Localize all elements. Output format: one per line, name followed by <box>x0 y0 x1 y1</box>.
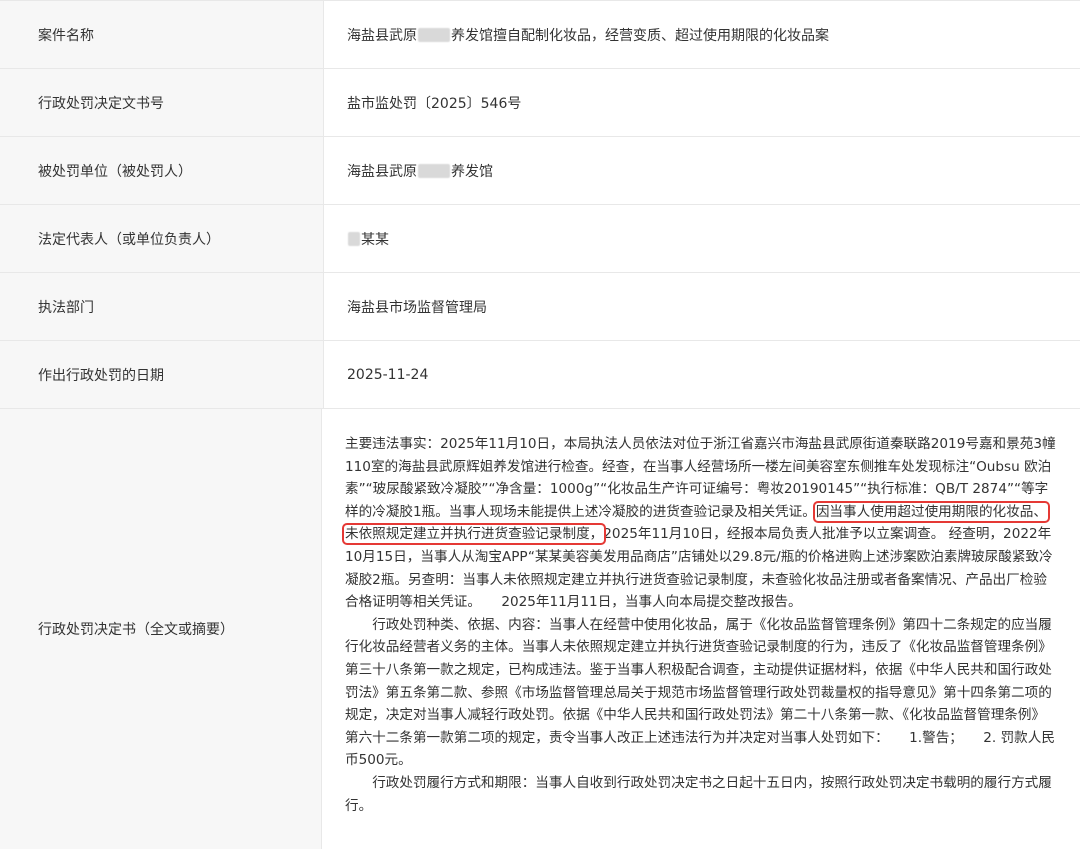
document-number-label: 行政处罚决定文书号 <box>0 69 324 136</box>
redaction-mask <box>348 231 360 246</box>
document-number-value: 盐市监处罚〔2025〕546号 <box>347 95 522 112</box>
decision-text-label: 行政处罚决定书（全文或摘要） <box>0 409 322 849</box>
row-penalty-date: 作出行政处罚的日期 2025-11-24 <box>0 341 1080 409</box>
case-name-label: 案件名称 <box>0 1 324 68</box>
enforcement-department-value: 海盐县市场监督管理局 <box>347 299 487 316</box>
penalized-party-label: 被处罚单位（被处罚人） <box>0 137 324 204</box>
row-enforcement-department: 执法部门 海盐县市场监督管理局 <box>0 273 1080 341</box>
penalized-party-value: 海盐县武原 养发馆 <box>347 163 493 180</box>
legal-representative-label: 法定代表人（或单位负责人） <box>0 205 324 272</box>
row-penalized-party: 被处罚单位（被处罚人） 海盐县武原 养发馆 <box>0 137 1080 205</box>
redaction-mask <box>418 163 450 178</box>
penalty-date-label: 作出行政处罚的日期 <box>0 341 324 408</box>
legal-representative-value: 某某 <box>324 205 1080 272</box>
row-legal-representative: 法定代表人（或单位负责人） 某某 <box>0 205 1080 273</box>
paragraph-violation-facts: 主要违法事实：2025年11月10日，本局执法人员依法对位于浙江省嘉兴市海盐县武… <box>342 436 1056 611</box>
penalty-date-value: 2025-11-24 <box>347 366 429 383</box>
redaction-mask <box>418 27 450 42</box>
row-decision-text: 行政处罚决定书（全文或摘要） 主要违法事实：2025年11月10日，本局执法人员… <box>0 409 1080 849</box>
enforcement-department-label: 执法部门 <box>0 273 324 340</box>
paragraph-fulfillment: 行政处罚履行方式和期限：当事人自收到行政处罚决定书之日起十五日内，按照行政处罚决… <box>345 774 1052 814</box>
decision-full-text: 主要违法事实：2025年11月10日，本局执法人员依法对位于浙江省嘉兴市海盐县武… <box>342 433 1058 817</box>
paragraph-penalty-basis: 行政处罚种类、依据、内容：当事人在经营中使用化妆品，属于《化妆品监督管理条例》第… <box>345 616 1055 769</box>
decision-text-value: 主要违法事实：2025年11月10日，本局执法人员依法对位于浙江省嘉兴市海盐县武… <box>322 409 1080 849</box>
case-name-value: 海盐县武原 养发馆擅自配制化妆品，经营变质、超过使用期限的化妆品案 <box>347 27 829 44</box>
row-document-number: 行政处罚决定文书号 盐市监处罚〔2025〕546号 <box>0 69 1080 137</box>
case-info-table: 案件名称 海盐县武原 养发馆擅自配制化妆品，经营变质、超过使用期限的化妆品案 行政… <box>0 0 1080 849</box>
row-case-name: 案件名称 海盐县武原 养发馆擅自配制化妆品，经营变质、超过使用期限的化妆品案 <box>0 1 1080 69</box>
